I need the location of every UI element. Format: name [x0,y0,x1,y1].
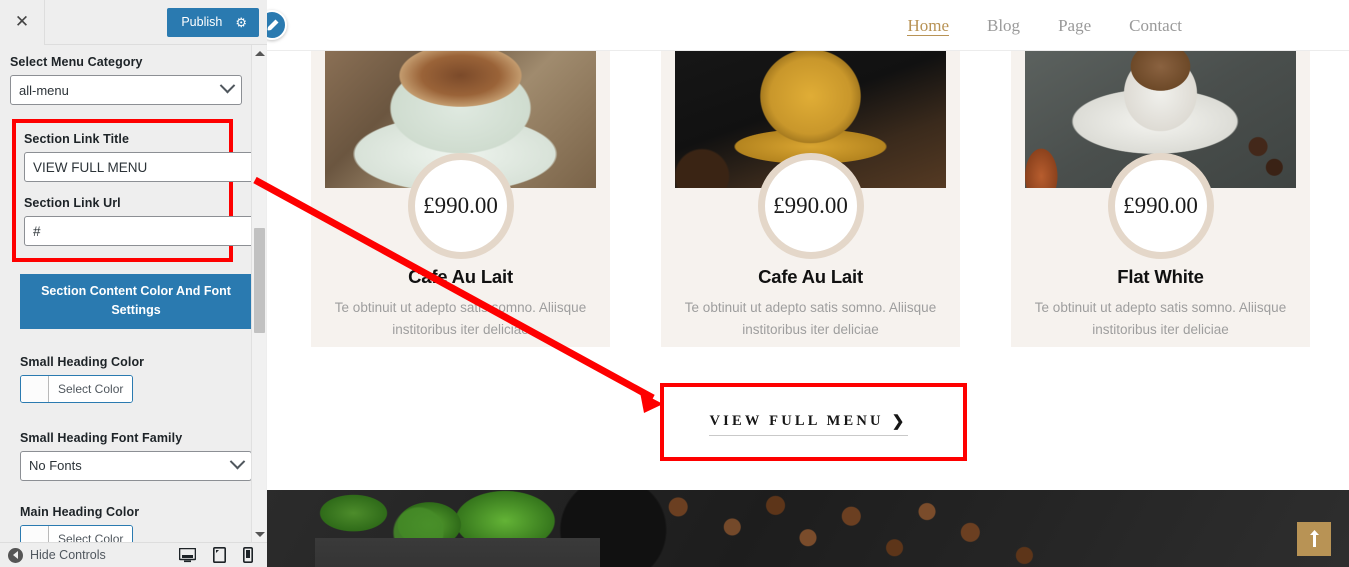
select-color-label: Select Color [49,375,133,402]
view-full-menu-area: VIEW FULL MENU ❯ [661,404,956,444]
main-navigation: Home Blog Page Contact [888,0,1201,51]
menu-card-price: £990.00 [757,153,864,259]
view-full-menu-label: VIEW FULL MENU [709,413,884,429]
smoke-overlay [315,538,600,567]
menu-card[interactable]: £990.00 Flat White Te obtinuit ut adepto… [1011,40,1310,347]
customizer-header: ✕ Publish ⚙ [0,0,267,45]
small-heading-color-picker[interactable]: Select Color [20,374,134,403]
menu-category-select[interactable]: all-menu [10,75,242,105]
menu-card-price: £990.00 [407,153,514,259]
control-small-heading-font: Small Heading Font Family No Fonts [20,430,252,481]
menu-card-description: Te obtinuit ut adepto satis somno. Aliis… [684,300,937,337]
section-content-color-font-settings-button[interactable]: Section Content Color And Font Settings [20,274,252,329]
close-customizer-button[interactable]: ✕ [0,0,45,45]
nav-item-page[interactable]: Page [1039,0,1110,51]
coffee-beans-banner [267,490,1349,567]
customizer-panel-body[interactable]: Select Menu Category all-menu Section Li… [0,45,267,542]
small-heading-font-label: Small Heading Font Family [20,430,183,445]
control-section-link-title: Section Link Title [24,132,256,182]
scrollbar-thumb[interactable] [254,228,265,333]
scroll-up-arrow-icon[interactable] [252,45,267,61]
menu-card-grid: £990.00 Cafe Au Lait Te obtinuit ut adep… [311,40,1311,347]
device-preview-buttons [179,547,259,563]
collapse-arrow-icon [8,547,23,563]
control-section-link-url: Section Link Url [24,196,256,246]
control-menu-category: Select Menu Category all-menu [10,55,243,105]
menu-card-description: Te obtinuit ut adepto satis somno. Aliis… [334,300,587,337]
menu-card[interactable]: £990.00 Cafe Au Lait Te obtinuit ut adep… [661,40,960,347]
mobile-icon[interactable] [243,547,253,563]
section-link-url-label: Section Link Url [24,196,121,210]
control-main-heading-color: Main Heading Color Select Color [20,505,243,542]
chevron-right-icon: ❯ [891,414,908,430]
hide-controls-label: Hide Controls [30,548,106,562]
highlighted-link-settings-group: Section Link Title Section Link Url [12,119,256,262]
small-heading-font-select[interactable]: No Fonts [20,450,252,481]
scroll-down-arrow-icon[interactable] [252,526,267,542]
nav-item-contact[interactable]: Contact [1110,0,1201,51]
menu-card-price: £990.00 [1107,153,1214,259]
site-preview[interactable]: Home Blog Page Contact £990.00 Cafe Au L… [267,0,1349,567]
hide-controls-button[interactable]: Hide Controls [8,547,106,563]
tablet-icon[interactable] [213,547,226,563]
menu-card[interactable]: £990.00 Cafe Au Lait Te obtinuit ut adep… [311,40,610,347]
color-swatch[interactable] [21,525,49,542]
nav-item-blog[interactable]: Blog [968,0,1039,51]
publish-button[interactable]: Publish ⚙ [167,7,259,37]
pencil-icon[interactable] [267,10,287,40]
main-heading-color-picker[interactable]: Select Color [20,524,134,542]
publish-area: Publish ⚙ [167,7,259,37]
customizer-sidebar: ✕ Publish ⚙ Select Menu Category all-men… [0,0,267,567]
nav-item-home[interactable]: Home [888,0,968,51]
sidebar-scrollbar[interactable] [251,45,266,542]
small-heading-color-label: Small Heading Color [20,354,145,369]
site-header: Home Blog Page Contact [267,0,1349,51]
color-swatch[interactable] [21,375,49,402]
menu-card-description: Te obtinuit ut adepto satis somno. Aliis… [1034,300,1287,337]
customizer-screen: ✕ Publish ⚙ Select Menu Category all-men… [0,0,1349,567]
publish-button-label: Publish [181,15,223,29]
menu-card-title: Cafe Au Lait [408,266,513,287]
customizer-footer: Hide Controls [0,542,267,567]
section-link-title-label: Section Link Title [24,132,130,146]
control-small-heading-color: Small Heading Color Select Color [20,355,243,407]
desktop-icon[interactable] [179,547,196,563]
menu-card-title: Cafe Au Lait [758,266,863,287]
select-color-label: Select Color [49,525,133,542]
arrow-up-icon [1309,530,1319,547]
section-link-title-input[interactable] [24,152,256,182]
gear-icon[interactable]: ⚙ [235,16,247,29]
section-link-url-input[interactable] [24,216,256,246]
back-to-top-button[interactable] [1297,522,1331,556]
menu-category-label: Select Menu Category [10,55,143,69]
main-heading-color-label: Main Heading Color [20,504,140,519]
menu-card-title: Flat White [1117,266,1204,287]
view-full-menu-link[interactable]: VIEW FULL MENU ❯ [709,412,908,436]
